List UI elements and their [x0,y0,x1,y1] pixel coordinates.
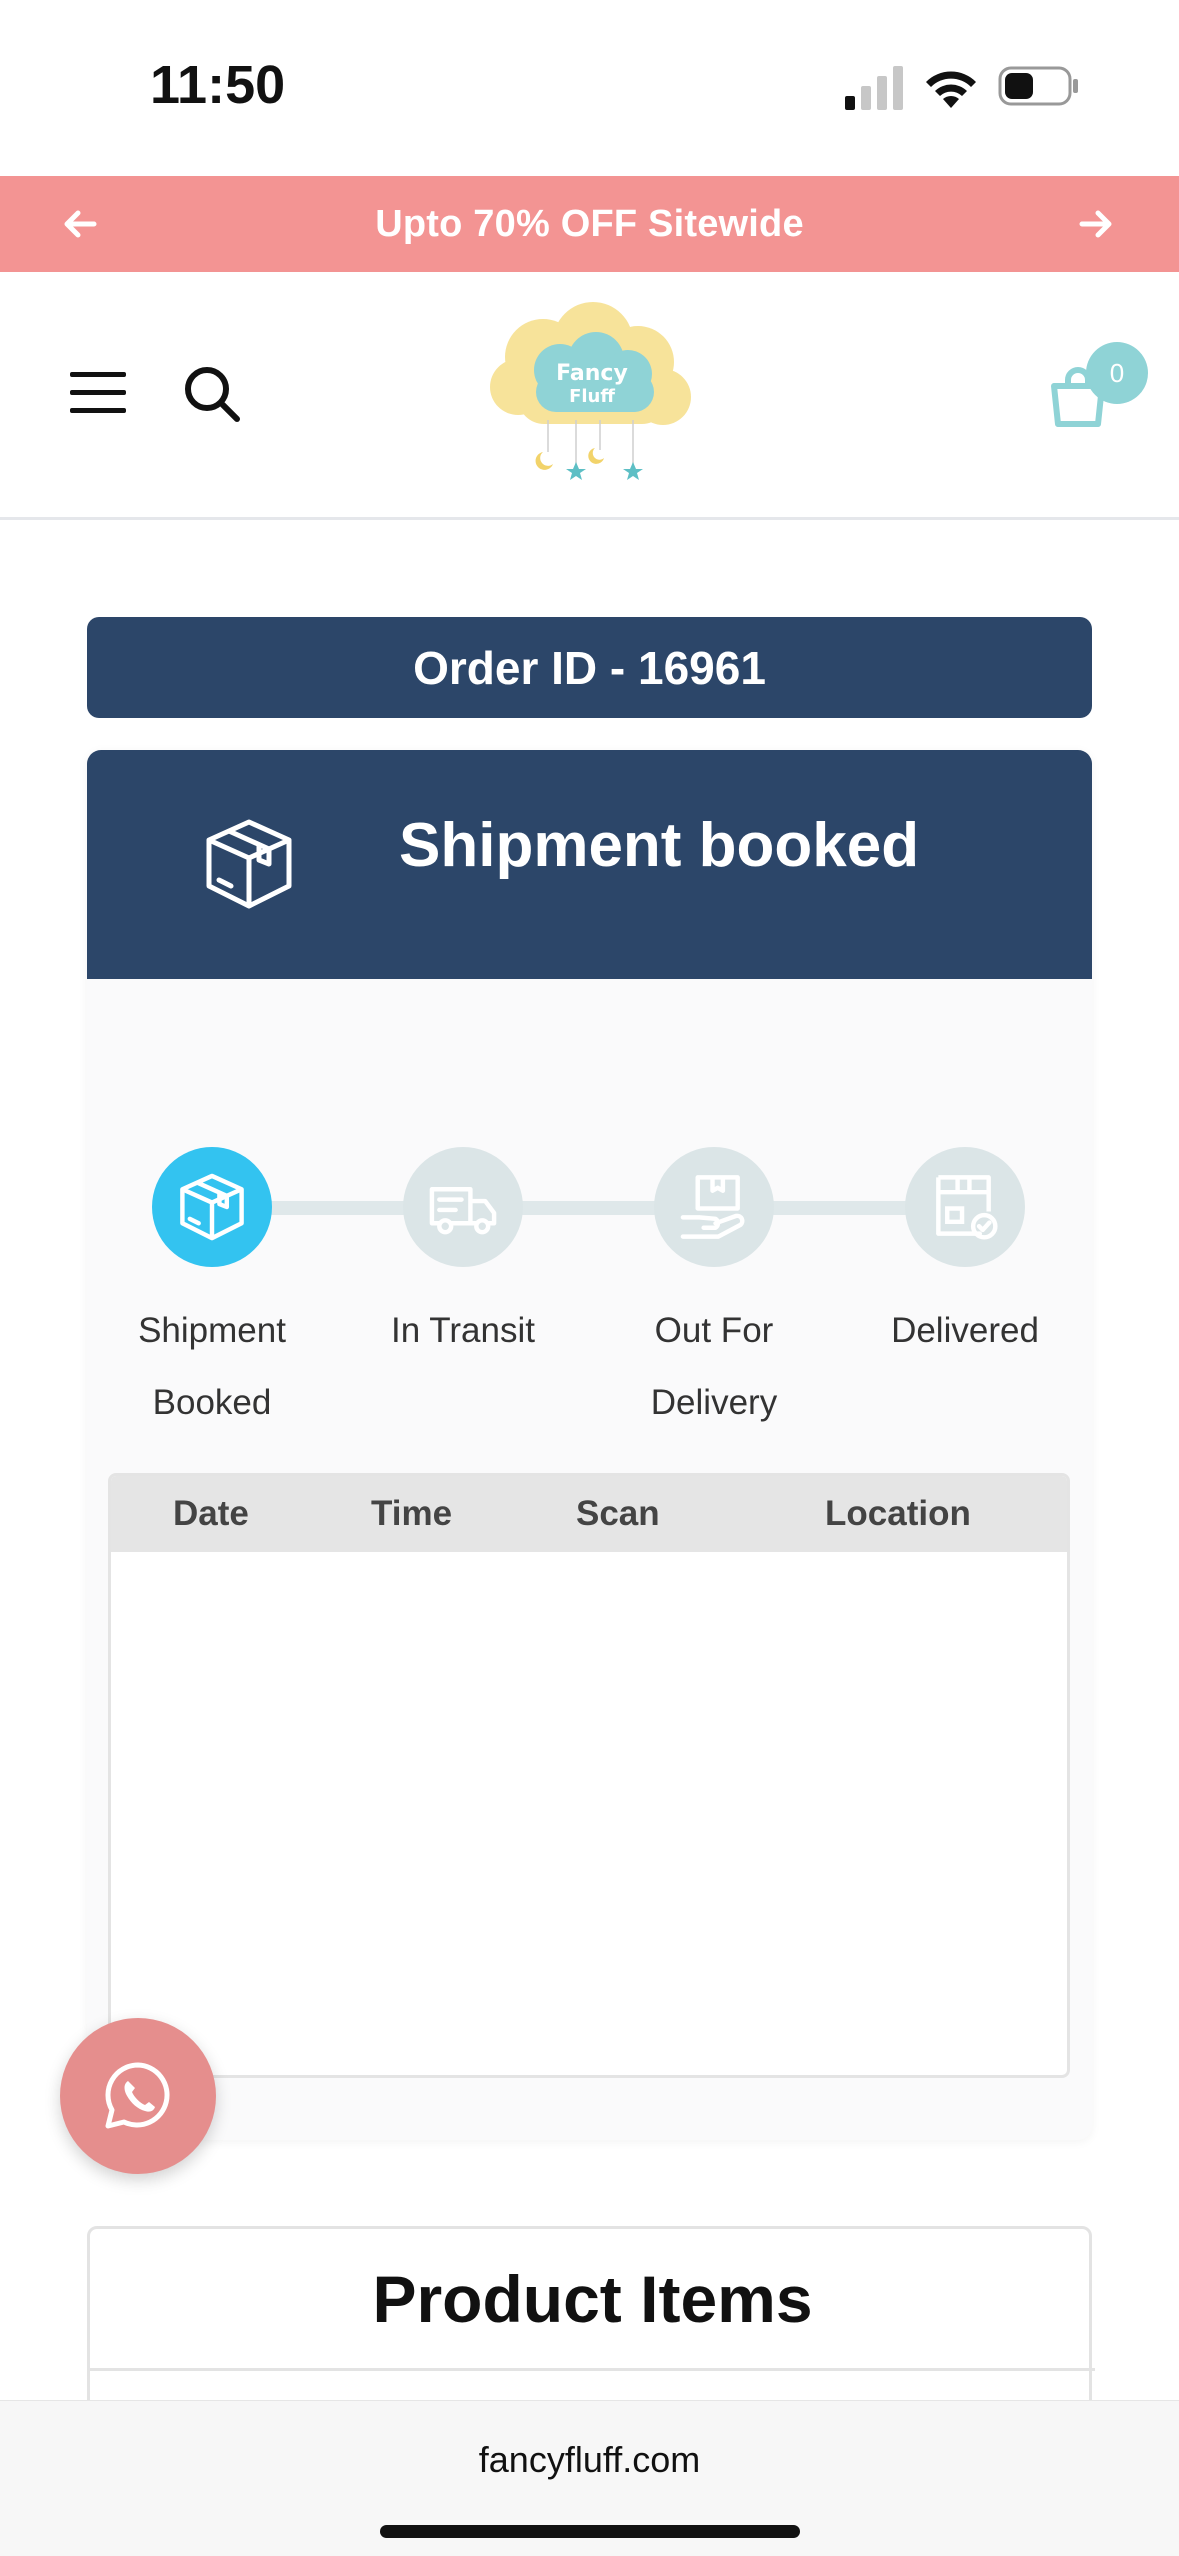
step-label-line1: Shipment [138,1311,286,1350]
browser-url[interactable]: fancyfluff.com [0,2439,1179,2481]
product-items-title: Product Items [90,2229,1095,2371]
tracking-history-table: Date Time Scan Location [108,1473,1070,2078]
step-label-line1: In Transit [391,1311,535,1350]
step-circle [905,1147,1025,1267]
box-icon [206,819,292,909]
shipment-status-title: Shipment booked [399,811,920,880]
arrow-right-icon[interactable] [1074,202,1118,246]
battery-icon [998,66,1078,106]
delivered-check-icon [936,1175,998,1240]
step-delivered: Delivered [865,1147,1065,1367]
step-label-line2: Booked [152,1383,272,1422]
column-header-scan: Scan [576,1494,660,1533]
site-header: Fancy Fluff 0 [0,272,1179,520]
svg-text:Fluff: Fluff [569,386,615,407]
status-time: 11:50 [150,55,286,115]
step-label-line1: Out For [654,1311,774,1350]
step-shipment-booked: Shipment Booked [112,1147,312,1439]
step-label-line2: Delivery [650,1383,778,1422]
column-header-location: Location [825,1494,971,1533]
step-label: Out For Delivery [614,1295,814,1439]
step-label: Delivered [865,1295,1065,1367]
progress-line [212,1201,977,1215]
fancy-fluff-logo[interactable]: Fancy Fluff [488,302,693,487]
box-icon [180,1173,244,1241]
arrow-left-icon[interactable] [58,202,102,246]
browser-address-bar: fancyfluff.com [0,2400,1179,2556]
cellular-signal-icon [845,66,903,110]
whatsapp-chat-button[interactable] [60,2018,216,2174]
promo-text[interactable]: Upto 70% OFF Sitewide [375,203,804,246]
truck-icon [429,1187,497,1235]
table-header: Date Time Scan Location [111,1476,1067,1552]
search-icon[interactable] [182,364,242,424]
cart-count-badge: 0 [1086,342,1148,404]
step-out-for-delivery: Out For Delivery [614,1147,814,1439]
whatsapp-icon [105,2062,170,2129]
promo-banner: Upto 70% OFF Sitewide [0,176,1179,272]
step-label: Shipment Booked [112,1295,312,1439]
hand-package-icon [680,1175,745,1239]
column-header-date: Date [173,1494,249,1533]
tracking-progress: Shipment Booked In Transit Out For Deliv… [87,1147,1092,1447]
step-circle [152,1147,272,1267]
status-bar: 11:50 [0,0,1179,176]
wifi-icon [926,71,976,108]
step-circle [654,1147,774,1267]
step-label: In Transit [363,1295,563,1367]
column-header-time: Time [371,1494,453,1533]
tracking-card: Shipment booked Shipment Booked In Trans… [87,750,1092,2140]
svg-text:Fancy: Fancy [556,361,628,386]
step-in-transit: In Transit [363,1147,563,1367]
order-id-banner: Order ID - 16961 [87,617,1092,718]
step-label-line1: Delivered [891,1311,1039,1350]
hamburger-menu-icon[interactable] [68,368,128,418]
step-circle [403,1147,523,1267]
home-indicator[interactable] [380,2525,800,2538]
shipment-status-header: Shipment booked [87,750,1092,979]
